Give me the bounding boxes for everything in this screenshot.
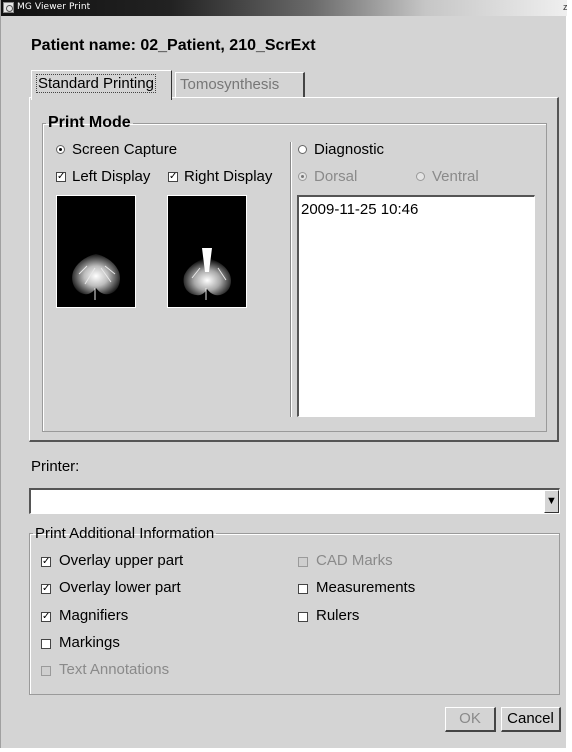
image-list[interactable]: 2009-11-25 10:46	[297, 195, 535, 417]
mode-separator	[290, 142, 292, 417]
right-breast-image	[183, 248, 231, 300]
printer-label: Printer:	[31, 458, 80, 475]
text-annotations-label: Text Annotations	[59, 661, 170, 678]
left-display-check-mark: ✓	[57, 171, 66, 182]
dropdown-arrow-icon[interactable]: ▼	[544, 490, 559, 513]
cad-marks-checkbox[interactable]	[298, 557, 308, 567]
overlay-upper-check-mark: ✓	[42, 556, 51, 567]
overlay-upper-checkbox[interactable]: ✓	[41, 557, 51, 567]
tab-standard-printing[interactable]: Standard Printing	[31, 70, 172, 100]
ok-button[interactable]: OK	[445, 707, 496, 732]
right-display-check-mark: ✓	[169, 171, 178, 182]
dorsal-radio[interactable]	[298, 172, 307, 181]
screen-capture-label: Screen Capture	[72, 141, 178, 158]
dorsal-label: Dorsal	[314, 168, 358, 185]
left-display-thumbnail	[56, 195, 136, 308]
left-breast-image	[72, 254, 120, 300]
markings-label: Markings	[59, 634, 120, 651]
list-item[interactable]: 2009-11-25 10:46	[301, 201, 532, 218]
ventral-label: Ventral	[432, 168, 479, 185]
overlay-lower-check-mark: ✓	[42, 583, 51, 594]
right-display-checkbox[interactable]: ✓	[168, 172, 178, 182]
rulers-checkbox[interactable]	[298, 612, 308, 622]
magnifiers-checkbox[interactable]: ✓	[41, 612, 51, 622]
magnifiers-label: Magnifiers	[59, 607, 129, 624]
window-title: MG Viewer Print	[17, 2, 91, 12]
title-bar[interactable]: MG Viewer Print z	[1, 0, 568, 16]
cancel-button[interactable]: Cancel	[501, 707, 561, 732]
diagnostic-label: Diagnostic	[314, 141, 385, 158]
text-annotations-checkbox[interactable]	[41, 666, 51, 676]
measurements-checkbox[interactable]	[298, 584, 308, 594]
rulers-label: Rulers	[316, 607, 360, 624]
print-mode-legend: Print Mode	[48, 114, 131, 131]
left-display-checkbox[interactable]: ✓	[56, 172, 66, 182]
overlay-lower-checkbox[interactable]: ✓	[41, 584, 51, 594]
overlay-lower-label: Overlay lower part	[59, 579, 181, 596]
overlay-upper-label: Overlay upper part	[59, 552, 184, 569]
magnifiers-check-mark: ✓	[42, 611, 51, 622]
patient-name: Patient name: 02_Patient, 210_ScrExt	[31, 37, 316, 54]
right-display-thumbnail	[167, 195, 247, 308]
measurements-label: Measurements	[316, 579, 416, 596]
markings-checkbox[interactable]	[41, 639, 51, 649]
cad-marks-label: CAD Marks	[316, 552, 393, 569]
tab-tomosynthesis[interactable]: Tomosynthesis	[175, 72, 305, 97]
right-display-label: Right Display	[184, 168, 273, 185]
print-dialog: MG Viewer Print z Patient name: 02_Patie…	[0, 0, 568, 748]
additional-info-legend: Print Additional Information	[35, 525, 215, 542]
tab-standard-printing-label: Standard Printing	[36, 74, 156, 93]
printer-select[interactable]: ▼	[29, 488, 560, 514]
diagnostic-radio[interactable]	[298, 145, 307, 154]
ventral-radio[interactable]	[416, 172, 425, 181]
left-display-label: Left Display	[72, 168, 151, 185]
app-icon	[3, 2, 14, 13]
title-corner-glyph: z	[563, 2, 568, 12]
screen-capture-radio[interactable]	[56, 145, 65, 154]
